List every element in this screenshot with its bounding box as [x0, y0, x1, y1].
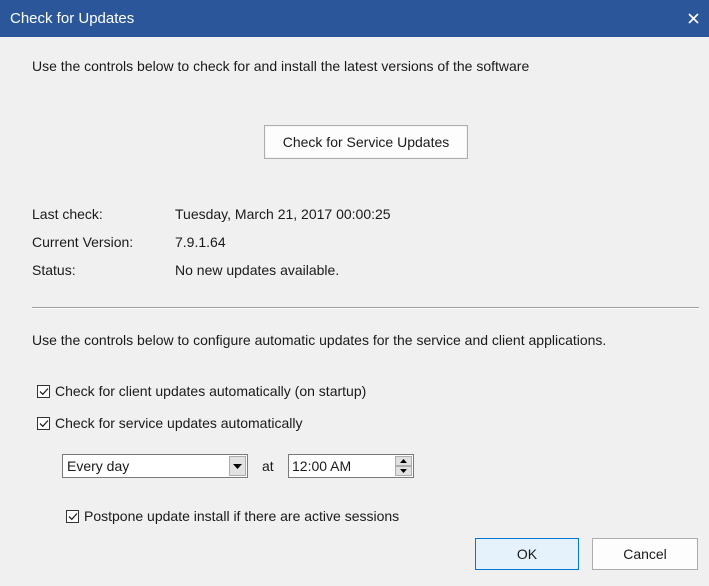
postpone-label: Postpone update install if there are act…	[84, 508, 400, 524]
time-picker[interactable]	[288, 454, 414, 478]
at-label: at	[262, 458, 274, 474]
time-increment-button[interactable]	[395, 456, 412, 466]
intro-text: Use the controls below to check for and …	[32, 58, 530, 74]
service-updates-checkbox[interactable]	[37, 416, 50, 430]
frequency-dropdown-button[interactable]	[229, 456, 246, 476]
separator	[32, 307, 699, 309]
service-updates-label: Check for service updates automatically	[55, 415, 303, 431]
close-button[interactable]	[677, 0, 709, 37]
client-updates-label: Check for client updates automatically (…	[55, 383, 367, 399]
cancel-button[interactable]: Cancel	[592, 538, 698, 570]
postpone-option[interactable]: Postpone update install if there are act…	[66, 508, 399, 524]
close-icon	[687, 13, 699, 24]
current-version-label: Current Version:	[32, 234, 134, 250]
postpone-checkbox[interactable]	[66, 509, 79, 523]
auto-update-text: Use the controls below to configure auto…	[32, 332, 607, 348]
time-decrement-button[interactable]	[395, 466, 412, 476]
service-updates-option[interactable]: Check for service updates automatically	[37, 415, 302, 431]
status-label: Status:	[32, 262, 76, 278]
status-value: No new updates available.	[175, 262, 340, 278]
time-input[interactable]	[292, 457, 388, 475]
chevron-down-icon	[233, 463, 242, 469]
checkmark-icon	[39, 387, 48, 395]
title-bar: Check for Updates	[0, 0, 709, 37]
frequency-value: Every day	[67, 458, 130, 474]
last-check-label: Last check:	[32, 206, 103, 222]
check-for-service-updates-button[interactable]: Check for Service Updates	[264, 125, 468, 159]
checkmark-icon	[39, 419, 48, 427]
triangle-down-icon	[400, 469, 407, 473]
ok-button[interactable]: OK	[475, 538, 579, 570]
client-updates-checkbox[interactable]	[37, 384, 50, 398]
triangle-up-icon	[400, 459, 407, 463]
frequency-select[interactable]: Every day	[62, 454, 248, 478]
checkmark-icon	[68, 512, 77, 520]
client-updates-option[interactable]: Check for client updates automatically (…	[37, 383, 366, 399]
window-title: Check for Updates	[10, 10, 135, 27]
current-version-value: 7.9.1.64	[175, 234, 226, 250]
last-check-value: Tuesday, March 21, 2017 00:00:25	[175, 206, 391, 222]
